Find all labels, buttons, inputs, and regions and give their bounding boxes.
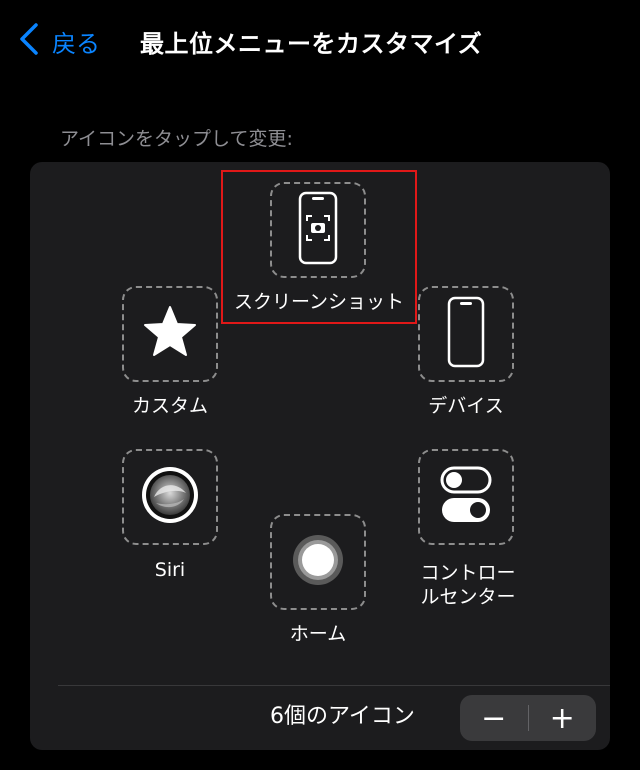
icon-slot-control-center[interactable] <box>418 449 514 545</box>
increment-button[interactable]: + <box>529 695 597 741</box>
icon-slot-custom[interactable] <box>122 286 218 382</box>
back-label: 戻る <box>52 29 100 58</box>
chevron-left-icon <box>18 22 40 60</box>
icon-count-label: 6個のアイコン <box>270 704 415 729</box>
icon-slot-siri[interactable] <box>122 449 218 545</box>
icon-label-siri: Siri <box>154 559 186 581</box>
instruction-text: アイコンをタップして変更: <box>60 128 293 150</box>
highlight-box <box>221 170 417 324</box>
icon-label-device: デバイス <box>428 395 504 417</box>
page-title: 最上位メニューをカスタマイズ <box>140 30 483 58</box>
icon-slot-device[interactable] <box>418 286 514 382</box>
star-icon <box>142 305 198 363</box>
siri-icon <box>140 465 200 529</box>
icon-label-line-2: ルセンター <box>420 586 516 608</box>
decrement-button[interactable]: − <box>460 695 528 741</box>
divider <box>58 685 610 686</box>
icon-label-custom: カスタム <box>131 395 208 417</box>
control-center-icon <box>440 466 492 528</box>
home-button-icon <box>291 533 345 591</box>
back-button[interactable]: 戻る <box>18 22 100 60</box>
icon-label-control-center: コントロー ルセンター <box>396 561 540 609</box>
icon-label-home: ホーム <box>289 623 347 645</box>
device-icon <box>447 296 485 372</box>
icon-count-stepper[interactable]: − + <box>460 695 596 741</box>
icon-label-line-1: コントロー <box>420 562 516 584</box>
navigation-bar: 戻る 最上位メニューをカスタマイズ <box>0 0 640 80</box>
icon-slot-home[interactable] <box>270 514 366 610</box>
